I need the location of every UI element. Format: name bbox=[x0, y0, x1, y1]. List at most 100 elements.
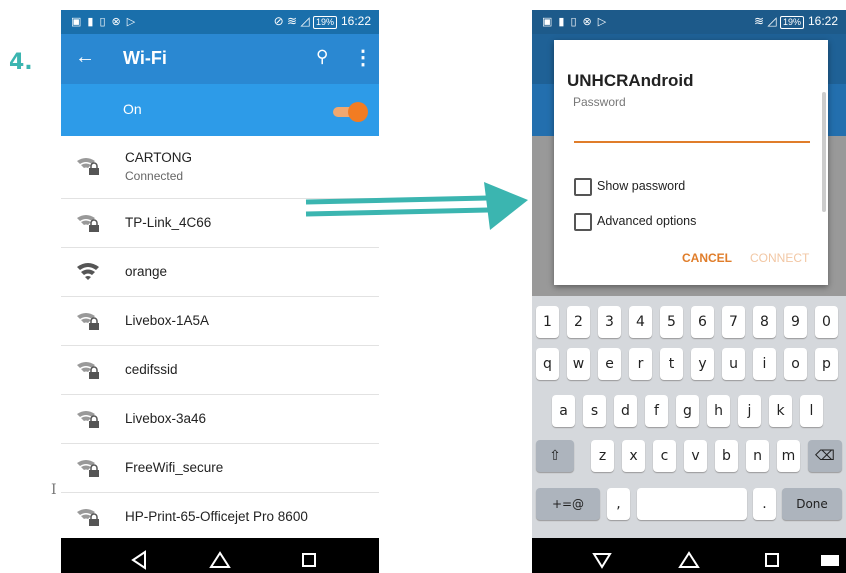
step-number: 4. bbox=[9, 50, 33, 75]
key-u[interactable]: u bbox=[722, 348, 745, 380]
password-input[interactable] bbox=[574, 141, 810, 143]
key-6[interactable]: 6 bbox=[691, 306, 714, 338]
more-options-icon[interactable]: ⋮ bbox=[353, 45, 373, 70]
wifi-lock-icon bbox=[77, 215, 99, 232]
wifi-lock-icon bbox=[77, 362, 99, 379]
nav-hide-keyboard-icon[interactable] bbox=[590, 548, 614, 572]
backspace-icon[interactable]: ⌫ bbox=[808, 440, 842, 472]
key-c[interactable]: c bbox=[653, 440, 676, 472]
key-o[interactable]: o bbox=[784, 348, 807, 380]
key-v[interactable]: v bbox=[684, 440, 707, 472]
list-item[interactable]: Livebox-3a46 bbox=[61, 395, 379, 444]
key-l[interactable]: l bbox=[800, 395, 823, 427]
key-d[interactable]: d bbox=[614, 395, 637, 427]
key-j[interactable]: j bbox=[738, 395, 761, 427]
key-b[interactable]: b bbox=[715, 440, 738, 472]
key-i[interactable]: i bbox=[753, 348, 776, 380]
key-k[interactable]: k bbox=[769, 395, 792, 427]
key-q[interactable]: q bbox=[536, 348, 559, 380]
done-key[interactable]: Done bbox=[782, 488, 842, 520]
key-a[interactable]: a bbox=[552, 395, 575, 427]
network-status: Connected bbox=[125, 169, 184, 183]
network-name: orange bbox=[125, 264, 168, 279]
status-bar: ▣▮▯⊗▷ ≋ ◿ 19% 16:22 bbox=[532, 10, 846, 34]
list-item[interactable]: cedifssid bbox=[61, 346, 379, 395]
search-icon[interactable]: ⚲ bbox=[316, 47, 328, 67]
key-7[interactable]: 7 bbox=[722, 306, 745, 338]
left-phone-screen: ▣▮▯⊗▷ ⊘ ≋ ◿ 19% 16:22 ← Wi-Fi ⚲ ⋮ On CART… bbox=[61, 10, 379, 573]
shift-icon[interactable]: ⇧ bbox=[536, 440, 574, 472]
toggle-knob[interactable] bbox=[348, 102, 368, 122]
key-p[interactable]: p bbox=[815, 348, 838, 380]
connect-button[interactable]: CONNECT bbox=[750, 251, 809, 265]
advanced-options-label: Advanced options bbox=[597, 214, 697, 228]
list-item[interactable]: Livebox-1A5A bbox=[61, 297, 379, 346]
key-g[interactable]: g bbox=[676, 395, 699, 427]
key-1[interactable]: 1 bbox=[536, 306, 559, 338]
status-right: ≋ ◿ 19% 16:22 bbox=[754, 14, 838, 29]
keyboard-icon[interactable] bbox=[818, 548, 842, 572]
key-2[interactable]: 2 bbox=[567, 306, 590, 338]
status-right: ⊘ ≋ ◿ 19% 16:22 bbox=[273, 14, 371, 29]
list-item[interactable]: orange bbox=[61, 248, 379, 297]
network-name: TP-Link_4C66 bbox=[125, 215, 212, 230]
nav-recents-icon[interactable] bbox=[297, 548, 321, 572]
toggle-label: On bbox=[123, 101, 142, 117]
key-5[interactable]: 5 bbox=[660, 306, 683, 338]
key-4[interactable]: 4 bbox=[629, 306, 652, 338]
key-3[interactable]: 3 bbox=[598, 306, 621, 338]
key-w[interactable]: w bbox=[567, 348, 590, 380]
symbols-key[interactable]: +=@ bbox=[536, 488, 600, 520]
wifi-toggle-bar[interactable]: On bbox=[61, 84, 379, 136]
notification-icons: ▣▮▯⊗▷ bbox=[71, 16, 142, 28]
navigation-bar bbox=[61, 538, 379, 573]
space-key[interactable] bbox=[637, 488, 747, 520]
dialog-title: UNHCRAndroid bbox=[567, 71, 694, 90]
nav-back-icon[interactable] bbox=[127, 548, 151, 572]
dialog-scrollbar[interactable] bbox=[822, 92, 826, 212]
wifi-lock-icon bbox=[77, 460, 99, 477]
key-x[interactable]: x bbox=[622, 440, 645, 472]
key-e[interactable]: e bbox=[598, 348, 621, 380]
key-y[interactable]: y bbox=[691, 348, 714, 380]
arrow-icon bbox=[305, 182, 528, 230]
network-name: cedifssid bbox=[125, 362, 178, 377]
navigation-bar bbox=[532, 538, 846, 573]
wifi-lock-icon bbox=[77, 509, 99, 526]
network-name: Livebox-1A5A bbox=[125, 313, 210, 328]
key-period[interactable]: . bbox=[753, 488, 776, 520]
show-password-checkbox[interactable] bbox=[574, 178, 592, 196]
wifi-password-dialog: UNHCRAndroid Password Show password Adva… bbox=[554, 40, 828, 285]
list-item[interactable]: HP-Print-65-Officejet Pro 8600 bbox=[61, 493, 379, 541]
back-arrow-icon[interactable]: ← bbox=[75, 46, 95, 69]
soft-keyboard: 1 2 3 4 5 6 7 8 9 0 q w e r t y u i o p … bbox=[532, 296, 846, 538]
key-z[interactable]: z bbox=[591, 440, 614, 472]
key-8[interactable]: 8 bbox=[753, 306, 776, 338]
advanced-options-checkbox[interactable] bbox=[574, 213, 592, 231]
key-s[interactable]: s bbox=[583, 395, 606, 427]
nav-recents-icon[interactable] bbox=[760, 548, 784, 572]
key-comma[interactable]: , bbox=[607, 488, 630, 520]
list-item[interactable]: FreeWifi_secure bbox=[61, 444, 379, 493]
wifi-icon bbox=[77, 263, 99, 280]
key-t[interactable]: t bbox=[660, 348, 683, 380]
cancel-button[interactable]: CANCEL bbox=[682, 251, 732, 265]
key-f[interactable]: f bbox=[645, 395, 668, 427]
key-0[interactable]: 0 bbox=[815, 306, 838, 338]
nav-home-icon[interactable] bbox=[677, 548, 701, 572]
notification-icons: ▣▮▯⊗▷ bbox=[542, 16, 613, 28]
password-label: Password bbox=[573, 95, 626, 109]
status-time: 16:22 bbox=[807, 14, 838, 28]
text-cursor-icon: I bbox=[51, 482, 57, 498]
right-phone-screen: ▣▮▯⊗▷ ≋ ◿ 19% 16:22 UNHCRAndroid Password… bbox=[532, 10, 846, 573]
nav-home-icon[interactable] bbox=[208, 548, 232, 572]
network-name: FreeWifi_secure bbox=[125, 460, 224, 475]
network-name: Livebox-3a46 bbox=[125, 411, 207, 426]
status-time: 16:22 bbox=[340, 14, 371, 28]
key-n[interactable]: n bbox=[746, 440, 769, 472]
key-r[interactable]: r bbox=[629, 348, 652, 380]
key-9[interactable]: 9 bbox=[784, 306, 807, 338]
network-name: HP-Print-65-Officejet Pro 8600 bbox=[125, 509, 308, 524]
key-m[interactable]: m bbox=[777, 440, 800, 472]
key-h[interactable]: h bbox=[707, 395, 730, 427]
